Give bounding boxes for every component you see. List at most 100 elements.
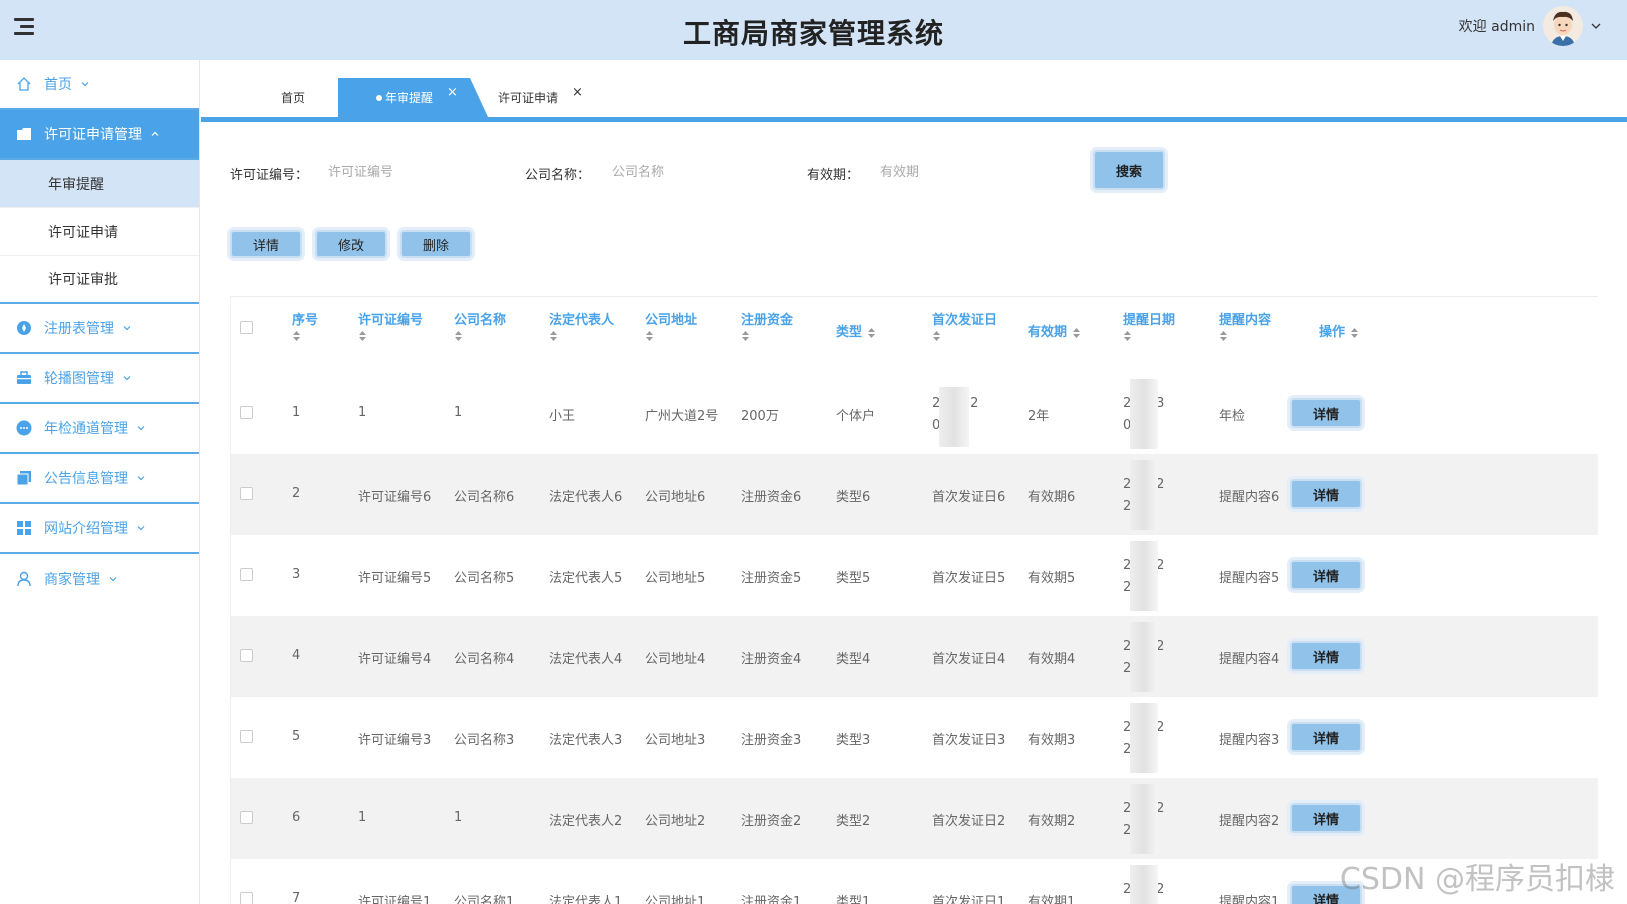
table-row[interactable]: 111小王广州大道2号200万个体户2( 2 0(2年2 3 0年检详情 [231,373,1598,454]
sidebar-item-label: 网站介绍管理 [44,521,128,537]
tab-license-application[interactable]: 许可证申请 × [498,78,583,117]
sidebar-item-merchants[interactable]: 商家管理 [0,554,199,604]
sidebar-item-annual-channel[interactable]: 年检通道管理 [0,404,199,454]
table-cell: 1 [454,405,463,420]
column-header[interactable]: 公司地址 [645,309,697,343]
sort-icon [550,330,557,341]
sidebar-item-home[interactable]: 首页 [0,60,199,110]
row-detail-button[interactable]: 详情 [1290,398,1362,428]
table-row[interactable]: 3 许可证编号5 公司名称5 法定代表人5 公司地址5 注册资金5 类型5 首次发证日5 有效期… [231,535,1598,616]
row-checkbox[interactable] [240,649,253,662]
sidebar-item-registry[interactable]: 注册表管理 [0,304,199,354]
sort-icon [646,330,653,341]
table-cell: 提醒内容1 [1219,895,1280,904]
row-detail-button[interactable]: 详情 [1290,479,1362,509]
table-cell: 6 [292,810,301,825]
sort-icon [1072,327,1080,338]
chevron-down-icon [137,526,145,531]
table-cell: 首次发证日2 [932,814,1006,829]
column-header[interactable]: 有效期 [1028,321,1081,340]
sidebar-item-site-intro[interactable]: 网站介绍管理 [0,504,199,554]
table-cell: 公司名称6 [454,490,515,505]
table-cell: 法定代表人4 [549,652,623,667]
table-cell: 类型3 [836,733,871,748]
column-header[interactable]: 类型 [836,321,876,340]
column-header[interactable]: 注册资金 [741,309,793,343]
row-checkbox[interactable] [240,487,253,500]
tab-label: 年审提醒 [385,91,434,105]
column-header[interactable]: 操作 [1319,321,1359,340]
select-all-checkbox[interactable] [240,321,253,334]
search-button[interactable]: 搜索 [1093,150,1165,190]
row-detail-button[interactable]: 详情 [1290,560,1362,590]
table-cell: 1 [292,405,301,420]
row-checkbox[interactable] [240,811,253,824]
row-checkbox[interactable] [240,568,253,581]
home-icon [17,77,31,91]
table-cell: 5 [292,729,301,744]
table-row[interactable]: 5 许可证编号3 公司名称3 法定代表人3 公司地址3 注册资金3 类型3 首次发证日3 有效期… [231,697,1598,778]
column-header[interactable]: 序号 [292,309,318,343]
sort-icon [455,330,462,341]
row-checkbox[interactable] [240,730,253,743]
sidebar-item-license-management[interactable]: 许可证申请管理 [0,110,199,160]
chevron-down-icon [137,476,145,481]
row-detail-button[interactable]: 详情 [1290,641,1362,671]
sidebar-item-announcements[interactable]: 公告信息管理 [0,454,199,504]
user-menu[interactable]: 欢迎 admin [1459,6,1601,46]
chevron-down-icon [123,376,131,381]
sidebar-subitem-license-application[interactable]: 许可证申请 [0,208,199,256]
table-row[interactable]: 4 许可证编号4 公司名称4 法定代表人4 公司地址4 注册资金4 类型4 首次发证日4 有效期… [231,616,1598,697]
company-name-input[interactable] [612,158,782,186]
column-header[interactable]: 提醒日期 [1123,309,1175,343]
redacted-block [1130,784,1158,854]
table-cell: 公司名称4 [454,652,515,667]
table-row[interactable]: 6 1 1 法定代表人2 公司地址2 注册资金2 类型2 首次发证日2 有效期2 2 2 2 提醒内… [231,778,1598,859]
company-name-label: 公司名称： [525,168,591,183]
table-cell: 有效期4 [1028,652,1076,667]
column-header[interactable]: 法定代表人 [549,309,614,343]
chevron-down-icon [109,577,117,582]
row-checkbox[interactable] [240,892,253,904]
table-cell: 公司名称1 [454,895,515,904]
table-row[interactable]: 2 许可证编号6 公司名称6 法定代表人6 公司地址6 注册资金6 类型6 首次发证日6 有效期… [231,454,1598,535]
edit-button[interactable]: 修改 [315,230,387,258]
redacted-block [939,387,969,447]
row-detail-button[interactable]: 详情 [1290,803,1362,833]
column-header[interactable]: 首次发证日 [932,309,997,343]
license-number-input[interactable] [328,158,498,186]
table-cell: 200万 [741,409,779,424]
redacted-block [1130,379,1158,449]
sidebar-item-carousel[interactable]: 轮播图管理 [0,354,199,404]
sidebar-subitem-annual-reminder[interactable]: 年审提醒 [0,160,199,208]
table-cell: 提醒内容4 [1219,652,1280,667]
sidebar-subitem-license-approval[interactable]: 许可证审批 [0,256,199,304]
table-cell: 公司地址3 [645,733,706,748]
chevron-down-icon [137,426,145,431]
license-number-label: 许可证编号： [230,168,309,183]
table-cell: 公司名称3 [454,733,515,748]
sidebar-subitem-label: 许可证审批 [48,272,118,288]
tab-annual-reminder[interactable]: 年审提醒 × [338,78,488,117]
row-checkbox[interactable] [240,406,253,419]
chevron-down-icon [81,82,89,87]
tab-home[interactable]: 首页 [281,78,305,117]
table-cell: 公司地址1 [645,895,706,904]
detail-button[interactable]: 详情 [230,230,302,258]
sort-icon [1124,330,1131,341]
avatar[interactable] [1543,6,1583,46]
valid-period-input[interactable] [880,158,1050,186]
column-header[interactable]: 公司名称 [454,309,506,343]
grid-icon [17,521,31,535]
table-cell: 首次发证日6 [932,490,1006,505]
column-header[interactable]: 许可证编号 [358,309,423,343]
delete-button[interactable]: 删除 [400,230,472,258]
table-cell: 法定代表人5 [549,571,623,586]
table-cell: 类型6 [836,490,871,505]
close-icon[interactable]: × [447,85,458,100]
redacted-block [1130,622,1158,692]
close-icon[interactable]: × [572,85,583,100]
column-header[interactable]: 提醒内容 [1219,309,1271,343]
row-detail-button[interactable]: 详情 [1290,722,1362,752]
chevron-down-icon[interactable] [1591,21,1601,31]
